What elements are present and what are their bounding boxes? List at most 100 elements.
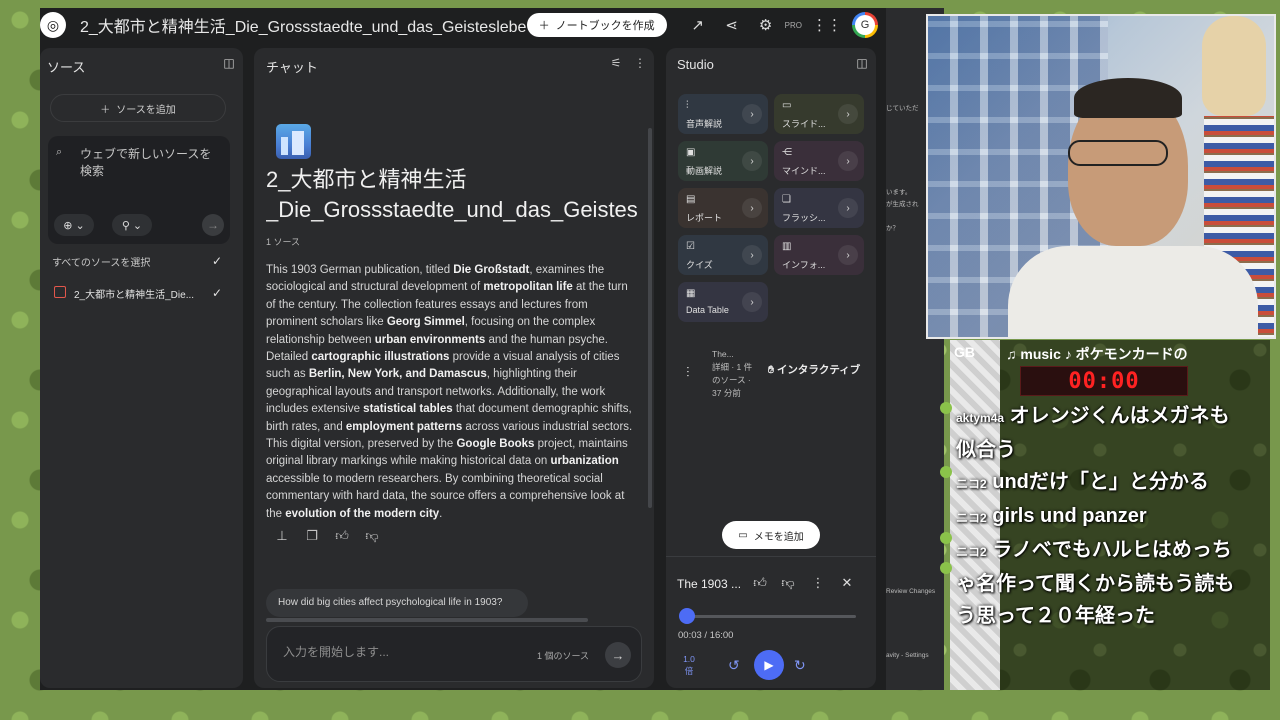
strip-text: か？: [886, 225, 899, 232]
tile-report[interactable]: ▤ レポート ›: [678, 188, 768, 228]
forward-10-icon[interactable]: ↻: [794, 657, 806, 674]
tile-flashcards[interactable]: ❏ フラッシ... ›: [774, 188, 864, 228]
copy-icon[interactable]: ❐: [304, 528, 320, 544]
collapse-panel-icon[interactable]: ◫: [854, 56, 870, 72]
chevron-right-icon[interactable]: ›: [838, 104, 858, 124]
notebooklm-logo-icon[interactable]: ◎: [40, 12, 66, 38]
summary-text: This 1903 German publication, titled: [266, 264, 454, 276]
select-all-checkbox[interactable]: ✓: [210, 254, 224, 268]
pin-icon[interactable]: ⊥: [274, 528, 290, 544]
generated-item-details: 詳細 · 1 件のソース · 37 分前: [712, 362, 753, 398]
share-icon[interactable]: ⋖: [721, 14, 743, 36]
studio-title: Studio: [677, 57, 714, 72]
chevron-right-icon[interactable]: ›: [742, 198, 762, 218]
comment-item: ニコ2 girls und panzer: [956, 500, 1236, 534]
tile-audio-overview[interactable]: ⫶ 音声解説 ›: [678, 94, 768, 134]
tile-mind-map[interactable]: ⋲ マインド... ›: [774, 141, 864, 181]
notebook-header: ◎ 2_大都市と精神生活_Die_Grossstaedte_und_das_Ge…: [40, 8, 886, 42]
suggested-question[interactable]: How did big cities affect psychological …: [266, 589, 528, 617]
notebook-heading-line2: _Die_Grossstaedte_und_das_Geistes: [266, 197, 638, 222]
bar-chart-icon: ▥: [782, 241, 792, 252]
analytics-icon[interactable]: ↗: [687, 14, 709, 36]
thumbs-down-icon[interactable]: 👎︎: [364, 528, 380, 544]
collapse-panel-icon[interactable]: ◫: [221, 56, 237, 72]
chat-panel: チャット ⚟ ⋮ 2_大都市と精神生活 _Die_Grossstaedte_un…: [254, 48, 654, 688]
thumbs-down-icon[interactable]: 👎︎: [780, 575, 796, 591]
generated-audio-item[interactable]: ⫶ The... 詳細 · 1 件のソース · 37 分前 ✋︎ インタラクティ…: [682, 348, 872, 398]
account-avatar[interactable]: G: [852, 12, 878, 38]
playback-speed-button[interactable]: 1.0 倍: [682, 653, 696, 677]
create-notebook-button[interactable]: ＋ ノートブックを作成: [526, 13, 667, 37]
audio-wave-icon: ⫶: [686, 364, 690, 380]
play-button[interactable]: ▶: [754, 650, 784, 680]
tile-label: スライド...: [782, 119, 826, 129]
research-mode-chip[interactable]: ⚲ ⌄: [112, 214, 152, 236]
comment-item: aktym4a オレンジくんはメガネも似合う: [956, 400, 1236, 466]
settings-gear-icon[interactable]: ⚙: [755, 14, 777, 36]
chevron-right-icon[interactable]: ›: [838, 198, 858, 218]
web-source-chip[interactable]: ⊕ ⌄: [54, 214, 94, 236]
send-button[interactable]: →: [605, 642, 631, 668]
comment-text: ラノベでもハルヒはめっちゃ名作って聞くから読もう読もう思って２０年経った: [956, 539, 1235, 627]
stream-timer: 00:00: [1020, 366, 1188, 396]
notebook-title[interactable]: 2_大都市と精神生活_Die_Grossstaedte_und_das_Geis…: [80, 13, 527, 37]
thumbs-up-icon[interactable]: 👍︎: [752, 575, 768, 591]
summary-emphasis: statistical tables: [363, 403, 453, 416]
close-icon[interactable]: ✕: [839, 575, 855, 591]
tile-quiz[interactable]: ☑ クイズ ›: [678, 235, 768, 275]
player-time: 00:03 / 16:00: [678, 630, 734, 641]
comment-badge: [940, 532, 952, 544]
player-progress-knob[interactable]: [678, 608, 695, 624]
slides-icon: ▭: [782, 100, 792, 111]
chevron-right-icon[interactable]: ›: [742, 292, 762, 312]
sources-panel: ソース ◫ ＋ ソースを追加 ⌕ ウェブで新しいソースを検索 ⊕ ⌄ ⚲ ⌄ → す…: [40, 48, 243, 688]
source-item-label[interactable]: 2_大都市と精神生活_Die...: [74, 286, 194, 301]
tune-settings-icon[interactable]: ⚟: [608, 56, 624, 72]
search-input[interactable]: ウェブで新しいソースを検索: [80, 146, 220, 180]
tile-infographic[interactable]: ▥ インフォ... ›: [774, 235, 864, 275]
live-comments: aktym4a オレンジくんはメガネも似合う ニコ2 undだけ「と」と分かる …: [956, 400, 1236, 632]
chevron-right-icon[interactable]: ›: [838, 245, 858, 265]
webcam-glasses: [1068, 140, 1168, 166]
add-note-button[interactable]: ▭ メモを追加: [722, 521, 820, 549]
rewind-10-icon[interactable]: ↺: [728, 657, 740, 674]
tile-data-table[interactable]: ▦ Data Table ›: [678, 282, 768, 322]
search-submit-button[interactable]: →: [202, 214, 224, 236]
select-all-sources-label: すべてのソースを選択: [52, 258, 151, 269]
source-item-checkbox[interactable]: ✓: [210, 286, 224, 300]
strip-text: avity - Settings: [886, 652, 929, 659]
comment-user: aktym4a: [956, 411, 1005, 425]
chevron-right-icon[interactable]: ›: [742, 245, 762, 265]
strip-text: います。: [886, 189, 912, 196]
more-vert-icon[interactable]: ⋮: [632, 56, 648, 72]
more-vert-icon[interactable]: ⋮: [810, 575, 826, 591]
chat-input[interactable]: [283, 645, 503, 659]
apps-grid-icon[interactable]: ⋮⋮: [812, 14, 842, 36]
chevron-right-icon[interactable]: ›: [742, 151, 762, 171]
comment-badge: [940, 562, 952, 574]
tile-label: フラッシ...: [782, 213, 826, 223]
chevron-right-icon[interactable]: ›: [742, 104, 762, 124]
summary-emphasis: urbanization: [550, 455, 619, 468]
webcam-teddy-bear: [1202, 16, 1266, 116]
notebook-window: ◎ 2_大都市と精神生活_Die_Grossstaedte_und_das_Ge…: [40, 8, 886, 690]
webcam-feed: [926, 14, 1276, 339]
add-source-button[interactable]: ＋ ソースを追加: [50, 94, 226, 122]
interactive-mode-button[interactable]: ✋︎ インタラクティブ: [768, 362, 860, 377]
player-progress-track[interactable]: [686, 615, 856, 618]
plus-icon: ＋: [538, 20, 550, 32]
comment-item: ニコ2 ラノベでもハルヒはめっちゃ名作って聞くから読もう読もう思って２０年経った: [956, 534, 1236, 632]
chat-scrollbar[interactable]: [648, 128, 652, 508]
thumbs-up-icon[interactable]: 👍︎: [334, 528, 350, 544]
comment-user: ニコ2: [956, 511, 987, 525]
webcam-shirt: [1008, 246, 1258, 337]
player-title: The 1903 ...: [677, 577, 742, 591]
suggestions-scrollbar[interactable]: [266, 618, 588, 622]
generated-item-meta: The... 詳細 · 1 件のソース · 37 分前: [712, 348, 758, 400]
tile-slides[interactable]: ▭ スライド... ›: [774, 94, 864, 134]
chevron-right-icon[interactable]: ›: [838, 151, 858, 171]
tile-label: Data Table: [686, 305, 729, 315]
create-notebook-label: ノートブックを作成: [555, 20, 655, 32]
summary-emphasis: employment patterns: [345, 420, 463, 433]
tile-video-overview[interactable]: ▣ 動画解説 ›: [678, 141, 768, 181]
